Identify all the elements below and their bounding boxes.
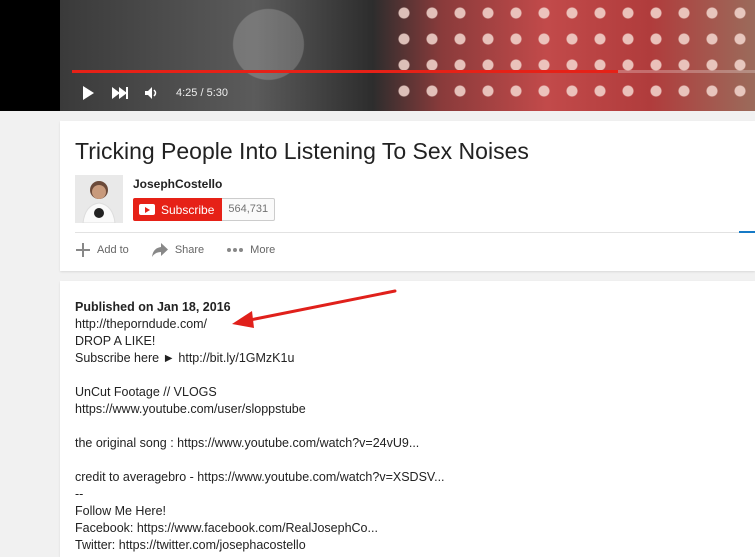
video-content: [390, 0, 755, 111]
player-controls: 4:25 / 5:30: [72, 78, 228, 108]
description-line[interactable]: the original song : https://www.youtube.…: [75, 435, 735, 452]
video-info-card: Tricking People Into Listening To Sex No…: [60, 121, 755, 271]
subscribe-button[interactable]: Subscribe: [133, 198, 223, 221]
divider: [75, 232, 755, 233]
video-title: Tricking People Into Listening To Sex No…: [75, 138, 529, 164]
time-display: 4:25 / 5:30: [176, 87, 228, 99]
play-icon: [83, 86, 94, 100]
description-line[interactable]: Facebook: https://www.facebook.com/RealJ…: [75, 520, 735, 537]
add-to-label: Add to: [97, 244, 129, 256]
description-line: --: [75, 487, 84, 501]
action-bar: Add to Share More: [75, 242, 297, 258]
more-dots-icon: [227, 248, 244, 252]
play-button[interactable]: [72, 78, 104, 108]
progress-fill: [72, 70, 619, 73]
next-button[interactable]: [104, 78, 136, 108]
like-bar-edge: [739, 231, 755, 233]
progress-bar[interactable]: [72, 70, 755, 73]
description-line: [75, 452, 735, 469]
share-button[interactable]: Share: [151, 242, 204, 258]
description-line: DROP A LIKE!: [75, 334, 156, 348]
description-line[interactable]: http://theporndude.com/: [75, 316, 735, 333]
subscribe-widget: Subscribe 564,731: [133, 198, 282, 221]
plus-icon: [76, 243, 90, 257]
video-player[interactable]: 4:25 / 5:30: [0, 0, 755, 111]
subscriber-count: 564,731: [222, 198, 276, 221]
description-card: Published on Jan 18, 2016 http://theporn…: [60, 281, 755, 557]
description-text: Published on Jan 18, 2016 http://theporn…: [75, 299, 735, 554]
publish-date: Published on Jan 18, 2016: [75, 300, 231, 314]
volume-button[interactable]: [136, 78, 168, 108]
description-line[interactable]: Subscribe here ► http://bit.ly/1GMzK1u: [75, 350, 735, 367]
subscribe-label: Subscribe: [161, 202, 215, 217]
channel-name-link[interactable]: JosephCostello: [133, 177, 222, 191]
description-line: Follow Me Here!: [75, 504, 166, 518]
description-line[interactable]: Twitter: https://twitter.com/josephacost…: [75, 537, 735, 554]
channel-avatar[interactable]: [75, 175, 123, 223]
skip-next-icon: [112, 87, 128, 99]
description-line: [75, 418, 735, 435]
more-label: More: [250, 244, 276, 256]
add-to-button[interactable]: Add to: [75, 242, 129, 258]
share-icon: [151, 243, 168, 257]
description-line[interactable]: credit to averagebro - https://www.youtu…: [75, 469, 735, 486]
more-button[interactable]: More: [226, 244, 275, 256]
description-line: UnCut Footage // VLOGS: [75, 385, 217, 399]
description-line: [75, 367, 735, 384]
youtube-logo-icon: [139, 204, 155, 215]
volume-icon: [145, 87, 157, 99]
description-line[interactable]: https://www.youtube.com/user/sloppstube: [75, 401, 735, 418]
share-label: Share: [174, 244, 205, 256]
